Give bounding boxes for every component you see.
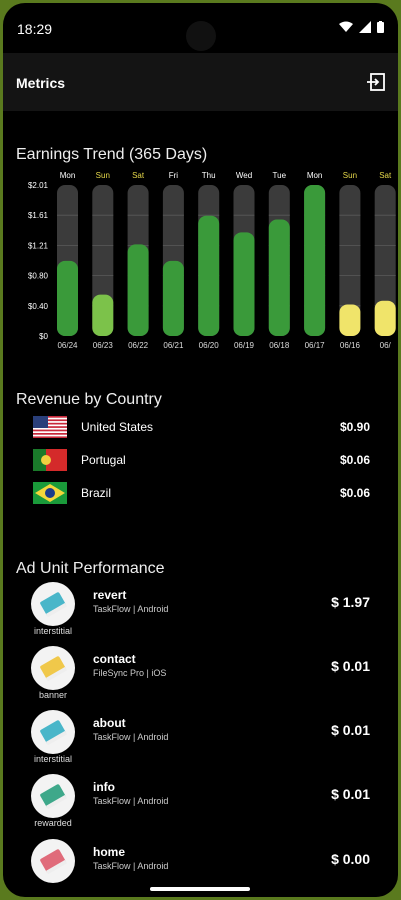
system-icons [339,21,384,33]
x-tick-label: 06/19 [234,341,255,350]
book-icon [31,710,75,754]
adunit-row[interactable]: rewarded info TaskFlow | Android $ 0.01 [3,774,398,838]
front-camera [186,21,216,51]
bar[interactable] [57,260,78,336]
adunit-section-title: Ad Unit Performance [16,560,165,577]
signal-icon [359,21,371,33]
country-row: Brazil $0.06 [3,479,398,509]
earnings-title: Earnings Trend (365 Days) [16,146,208,163]
y-tick-label: $2.01 [28,181,49,190]
battery-icon [377,21,384,33]
page-title: Metrics [16,75,66,91]
x-tick-label: 06/16 [340,341,361,350]
country-amount: $0.06 [339,486,370,500]
x-tick-label: 06/24 [57,341,78,350]
bar[interactable] [304,185,326,336]
wifi-icon [339,21,353,32]
bar[interactable] [127,244,149,336]
adunit-name: revert [93,588,127,602]
book-icon [31,646,75,690]
earnings-chart: $0 $0.40 $0.80 $1.21 $1.61 $2.01 Mon 06/24 Sun 06… [28,171,396,350]
weekday-label: Sat [132,171,145,180]
weekday-label: Sun [343,171,357,180]
status-time: 18:29 [17,21,53,37]
weekday-label: Sun [96,171,110,180]
adunit-name: info [93,780,115,794]
adunit-app: TaskFlow | Android [93,861,169,871]
adunit-amount: $ 1.97 [331,594,370,610]
y-tick-label: $0.80 [28,272,49,281]
book-icon [31,582,75,626]
y-tick-label: $0 [39,332,48,341]
x-tick-label: 06/22 [128,341,149,350]
bar[interactable] [339,304,361,336]
adunit-name: home [93,845,126,859]
bar[interactable] [374,300,396,336]
home-indicator[interactable] [150,887,250,891]
y-tick-label: $0.40 [28,302,49,311]
country-row: United States $0.90 [3,413,398,443]
country-name: United States [81,420,154,434]
y-tick-label: $1.21 [28,241,49,250]
adunit-type: rewarded [34,818,72,828]
bar[interactable] [162,260,184,336]
x-tick-label: 06/17 [305,341,326,350]
weekday-label: Sat [379,171,392,180]
bar[interactable] [92,294,114,336]
adunit-type: interstitial [33,626,72,636]
country-name: Brazil [81,486,112,500]
weekday-label: Fri [169,171,179,180]
adunit-type: banner [38,690,68,700]
adunit-name: contact [93,652,136,666]
status-bar: 18:29 [3,3,398,53]
country-name: Portugal [81,453,126,467]
adunit-name: about [93,716,126,730]
x-tick-label: 06/23 [93,341,114,350]
weekday-label: Thu [202,171,216,180]
phone-screen: 18:29 Metrics Earnings Trend (365 Days) … [3,3,398,897]
app-bar: Metrics [3,53,398,111]
x-tick-label: 06/18 [269,341,290,350]
adunit-type: interstitial [33,754,72,764]
adunit-row[interactable]: banner contact FileSync Pro | iOS $ 0.01 [3,646,398,710]
adunit-app: TaskFlow | Android [93,796,169,806]
weekday-label: Wed [236,171,252,180]
bar[interactable] [198,215,220,336]
br-flag-icon [33,482,67,504]
country-amount: $0.90 [339,420,370,434]
x-tick-label: 06/21 [163,341,184,350]
y-tick-label: $1.61 [28,211,49,220]
book-icon [31,774,75,818]
country-amount: $0.06 [339,453,370,467]
x-tick-label: 06/ [380,341,392,350]
bar[interactable] [268,219,290,336]
us-flag-icon [33,416,67,438]
logout-icon[interactable] [366,72,386,92]
weekday-label: Mon [307,171,323,180]
adunit-app: TaskFlow | Android [93,732,169,742]
bar[interactable] [233,232,255,336]
adunit-row[interactable]: interstitial about TaskFlow | Android $ 0.0… [3,710,398,774]
weekday-label: Tue [273,171,287,180]
adunit-amount: $ 0.01 [331,722,370,738]
adunit-amount: $ 0.01 [331,786,370,802]
adunit-app: TaskFlow | Android [93,604,169,614]
book-icon [31,839,75,883]
adunit-app: FileSync Pro | iOS [93,668,167,678]
adunit-amount: $ 0.00 [331,851,370,867]
pt-flag-icon [33,449,67,471]
weekday-label: Mon [60,171,76,180]
x-tick-label: 06/20 [199,341,220,350]
country-section-title: Revenue by Country [16,391,162,408]
adunit-amount: $ 0.01 [331,658,370,674]
adunit-row[interactable]: interstitial revert TaskFlow | Android $ 1.… [3,582,398,646]
country-row: Portugal $0.06 [3,446,398,476]
